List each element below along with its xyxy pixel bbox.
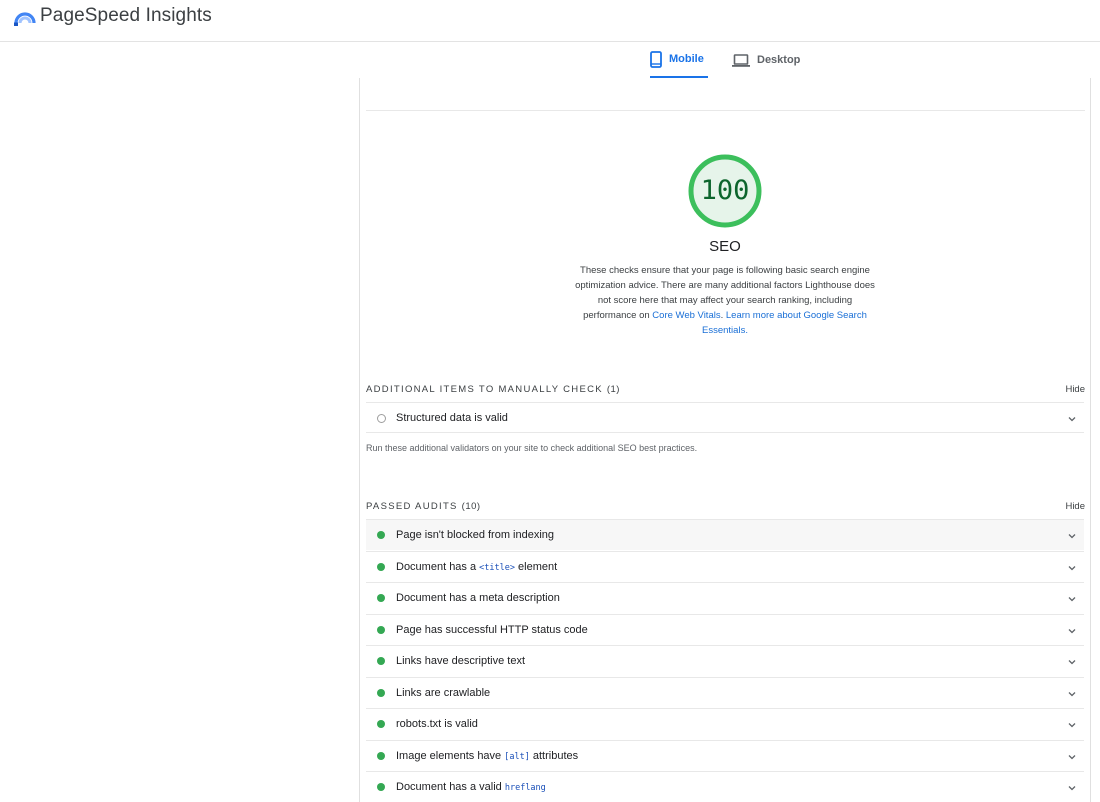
chevron-down-icon [1068,723,1076,728]
tab-mobile[interactable]: Mobile [650,42,708,78]
audit-title-text: Page has successful HTTP status code [396,623,588,636]
audit-title-text: Document has a meta description [396,592,560,604]
audit-title: Structured data is valid [396,411,508,424]
pass-dot-icon [377,531,385,539]
chevron-down-icon [1068,660,1076,665]
audit-title: Document has a valid hreflang [396,781,546,793]
pass-dot-icon [377,657,385,665]
pass-dot-icon [377,751,385,760]
audit-title: Document has a meta description [396,592,560,604]
audit-title-text: Image elements have [396,749,505,762]
phone-icon [650,50,662,68]
passed-audit-row[interactable]: Document has a meta description [366,582,1084,613]
category-description: These checks ensure that your page is fo… [572,263,878,338]
audit-title: Document has a <title> element [396,561,557,573]
audit-title: Page isn't blocked from indexing [396,529,554,541]
passed-count: (10) [461,501,481,512]
tab-desktop-label: Desktop [757,54,801,66]
score-value: 100 [700,175,750,206]
manual-audit-row[interactable]: Structured data is valid [366,402,1084,433]
pass-dot-icon [377,625,385,634]
audit-title-text-end: element [514,560,558,573]
pass-dot-icon [377,562,385,571]
audit-title: Image elements have [alt] attributes [396,750,578,762]
audit-title-text: Document has a valid [396,781,505,793]
tab-desktop[interactable]: Desktop [732,42,812,78]
manual-circle-icon [377,414,386,423]
passed-audit-row[interactable]: Page isn't blocked from indexing [366,519,1084,550]
passed-heading-text: PASSED AUDITS [366,501,458,512]
chevron-down-icon [1068,565,1076,570]
audit-title-text: Links have descriptive text [396,655,526,667]
manual-heading-text: ADDITIONAL ITEMS TO MANUALLY CHECK [366,384,603,395]
passed-audit-row[interactable]: Document has a <title> element [366,550,1084,582]
passed-audit-row[interactable]: robots.txt is valid [366,708,1084,739]
learn-more-link[interactable]: Learn more about Google Search Essential… [702,310,867,336]
manual-check-heading: ADDITIONAL ITEMS TO MANUALLY CHECK (1) H… [366,384,1085,395]
passed-audit-row[interactable]: Page has successful HTTP status code [366,613,1084,645]
pagespeed-logo-icon[interactable] [14,7,36,27]
pass-dot-icon [377,783,385,791]
chevron-down-icon [1068,597,1076,602]
divider [366,110,1085,111]
laptop-icon [732,53,750,67]
chevron-down-icon [1068,754,1076,759]
chevron-down-icon [1068,534,1076,539]
chevron-down-icon [1068,417,1076,422]
description-end: . [745,325,748,336]
passed-audit-row[interactable]: Image elements have [alt] attributes [366,739,1084,771]
passed-hide-button[interactable]: Hide [1065,501,1085,512]
top-bar: PageSpeed Insights [0,0,1100,42]
passed-audit-row[interactable]: Links have descriptive text [366,645,1084,676]
app-title[interactable]: PageSpeed Insights [40,5,212,27]
audit-title-text: Page isn't blocked from indexing [396,529,555,541]
audit-title-text-end: attributes [529,749,579,762]
audit-title: Links are crawlable [396,687,490,699]
pass-dot-icon [377,594,385,602]
audit-title-code: [alt] [504,751,530,762]
audit-title-text: robots.txt is valid [396,718,478,730]
pass-dot-icon [377,720,385,728]
chevron-down-icon [1068,691,1076,696]
audit-title-text: Links are crawlable [396,686,491,699]
manual-note: Run these additional validators on your … [366,443,698,453]
passed-audit-row[interactable]: Links are crawlable [366,676,1084,708]
audit-title-code: hreflang [504,783,546,793]
audit-title-code: <title> [479,562,515,573]
tab-mobile-label: Mobile [669,53,704,65]
report-panel: 100 SEO These checks ensure that your pa… [359,78,1091,802]
audit-title: robots.txt is valid [396,718,478,730]
pass-dot-icon [377,688,385,697]
audit-title: Links have descriptive text [396,655,525,667]
passed-audits-heading: PASSED AUDITS (10) Hide [366,501,1085,512]
chevron-down-icon [1068,786,1076,791]
audit-title-text: Document has a [396,560,480,573]
manual-count: (1) [606,384,620,395]
passed-audit-row[interactable]: Document has a valid hreflang [366,771,1084,802]
category-title: SEO [709,238,741,255]
core-web-vitals-link[interactable]: Core Web Vitals [652,310,720,321]
manual-hide-button[interactable]: Hide [1065,384,1085,395]
chevron-down-icon [1068,628,1076,633]
audit-title: Page has successful HTTP status code [396,624,588,636]
